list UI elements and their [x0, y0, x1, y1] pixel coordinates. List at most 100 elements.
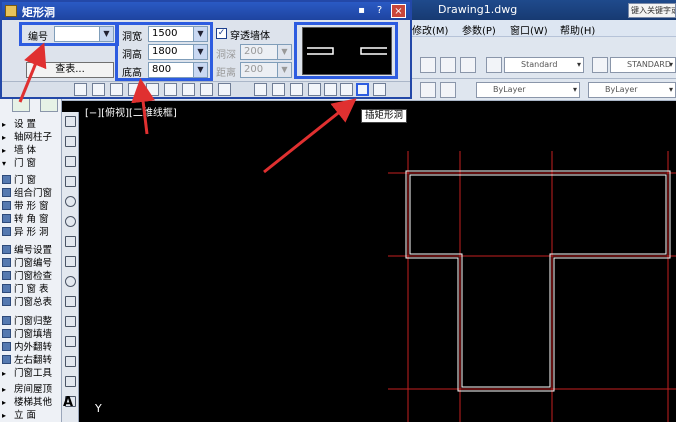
close-button[interactable]: ×	[391, 4, 406, 18]
number-label: 编号	[28, 32, 48, 43]
polygon-icon[interactable]	[65, 156, 76, 167]
ellipse-icon[interactable]	[65, 276, 76, 287]
auto-insert-icon[interactable]	[92, 83, 105, 96]
polyline-icon[interactable]	[65, 136, 76, 147]
menu-window[interactable]: 窗口(W)	[510, 22, 548, 37]
palette-item-schedule[interactable]: 门 窗 表	[2, 284, 49, 296]
palette-item-axis-columns[interactable]: ▸ 轴网柱子	[2, 132, 52, 144]
door-type-icon[interactable]	[254, 83, 267, 96]
palette-item-settings[interactable]: ▸ 设 置	[2, 119, 36, 131]
palette-item-corner-window[interactable]: 转 角 窗	[2, 214, 49, 226]
zoom-icon[interactable]	[440, 57, 456, 73]
door-window-icon[interactable]	[290, 83, 303, 96]
sub-door-icon[interactable]	[308, 83, 321, 96]
menu-parameters[interactable]: 参数(P)	[462, 22, 496, 37]
search-input[interactable]: 键入关键字或短语	[628, 3, 676, 18]
make-block-icon[interactable]	[65, 316, 76, 327]
hatch-icon[interactable]	[65, 356, 76, 367]
drawing-canvas[interactable]	[80, 101, 676, 422]
opening-type-toolbar	[2, 81, 410, 97]
arc-window-icon[interactable]	[324, 83, 337, 96]
palette-item-special-opening[interactable]: 异 形 洞	[2, 227, 49, 239]
distance-label: 距离	[216, 68, 236, 79]
palette-item-summary[interactable]: 门窗总表	[2, 297, 52, 309]
layer-icon[interactable]	[420, 82, 436, 98]
dim-style-select[interactable]: STANDARD	[610, 57, 676, 73]
wall-segment	[307, 47, 334, 55]
properties-icon[interactable]	[460, 57, 476, 73]
preview-graphic	[307, 47, 387, 55]
dropdown-arrow-icon: ▼	[99, 27, 113, 41]
through-wall-checkbox[interactable]: ✓	[216, 28, 227, 39]
pick-insert-icon[interactable]	[200, 83, 213, 96]
palette-item-combined[interactable]: 组合门窗	[2, 188, 52, 200]
palette-item-flip-lr[interactable]: 左右翻转	[2, 355, 52, 367]
number-select[interactable]: ▼	[54, 26, 114, 42]
query-table-button[interactable]: 查表...	[26, 62, 114, 78]
wall-inner	[409, 174, 667, 388]
gradient-icon[interactable]	[65, 376, 76, 387]
dim-style-icon[interactable]	[592, 57, 608, 73]
arc-icon[interactable]	[65, 196, 76, 207]
palette-item-room-roof[interactable]: ▸ 房间屋顶	[2, 384, 52, 396]
app-title: Drawing1.dwg	[438, 3, 518, 16]
palette-item-walls[interactable]: ▸ 墙 体	[2, 145, 36, 157]
palette-item-strip-window[interactable]: 带 形 窗	[2, 201, 49, 213]
square-insert-icon[interactable]	[182, 83, 195, 96]
width-select[interactable]: 1500 ▼	[148, 26, 208, 42]
palette-item-regularize[interactable]: 门窗归整	[2, 316, 52, 328]
rect-opening-icon[interactable]	[356, 83, 369, 96]
menu-modify[interactable]: 修改(M)	[412, 22, 448, 37]
dialog-title-bar[interactable]: 矩形洞 ▪ ? ×	[2, 2, 410, 20]
menu-help[interactable]: 帮助(H)	[560, 22, 595, 37]
dropdown-arrow-icon: ▼	[277, 63, 291, 77]
dropdown-arrow-icon: ▼	[193, 45, 207, 59]
expand-icon: ▸	[2, 385, 7, 394]
text-style-select[interactable]: Standard	[504, 57, 584, 73]
viewport-label[interactable]: [−][俯视][二维线框]	[85, 104, 177, 119]
line-icon[interactable]	[65, 116, 76, 127]
height-select[interactable]: 1800 ▼	[148, 44, 208, 60]
spline-icon[interactable]	[65, 256, 76, 267]
circle-icon[interactable]	[65, 216, 76, 227]
sill-select[interactable]: 800 ▼	[148, 62, 208, 78]
axis-insert-icon[interactable]	[110, 83, 123, 96]
palette-item-doors-windows-group[interactable]: ▾ 门 窗	[2, 158, 36, 170]
palette-item-door-window[interactable]: 门 窗	[2, 175, 36, 187]
linetype-select[interactable]: ByLayer	[588, 82, 676, 98]
help-button[interactable]: ?	[372, 4, 387, 18]
palette-item-fill-wall[interactable]: 门窗填墙	[2, 329, 52, 341]
palette-item-numbering[interactable]: 门窗编号	[2, 258, 52, 270]
revcloud-icon[interactable]	[65, 236, 76, 247]
text-style-icon[interactable]	[486, 57, 502, 73]
rectangle-icon[interactable]	[65, 176, 76, 187]
distance-select[interactable]: 200 ▼	[240, 62, 292, 78]
expand-icon: ▸	[2, 369, 7, 378]
palette-item-elevation[interactable]: ▸ 立 面	[2, 410, 36, 422]
expand-icon: ▸	[2, 120, 7, 129]
fill-insert-icon[interactable]	[164, 83, 177, 96]
palette-item-tools[interactable]: ▸ 门窗工具	[2, 368, 52, 380]
palette-item-number-settings[interactable]: 编号设置	[2, 245, 52, 257]
pin-icon[interactable]: ▪	[354, 4, 369, 18]
palette-item-stairs[interactable]: ▸ 楼梯其他	[2, 397, 52, 409]
strip-window-icon	[2, 201, 11, 210]
window-type-icon[interactable]	[272, 83, 285, 96]
point-icon[interactable]	[65, 336, 76, 347]
pan-icon[interactable]	[420, 57, 436, 73]
wall-insert-icon[interactable]	[128, 83, 141, 96]
color-select[interactable]: ByLayer	[476, 82, 580, 98]
layer-state-icon[interactable]	[440, 82, 456, 98]
depth-select[interactable]: 200 ▼	[240, 44, 292, 60]
insert-mode-icon[interactable]	[74, 83, 87, 96]
palette-item-check[interactable]: 门窗检查	[2, 271, 52, 283]
niche-icon[interactable]	[340, 83, 353, 96]
dropdown-arrow-icon: ▼	[193, 63, 207, 77]
mtext-icon[interactable]: A	[63, 395, 73, 410]
ucs-icon: Y	[95, 402, 102, 415]
standard-lib-icon[interactable]	[373, 83, 386, 96]
palette-item-flip-inout[interactable]: 内外翻转	[2, 342, 52, 354]
insert-block-icon[interactable]	[65, 296, 76, 307]
replace-icon[interactable]	[218, 83, 231, 96]
angle-insert-icon[interactable]	[146, 83, 159, 96]
